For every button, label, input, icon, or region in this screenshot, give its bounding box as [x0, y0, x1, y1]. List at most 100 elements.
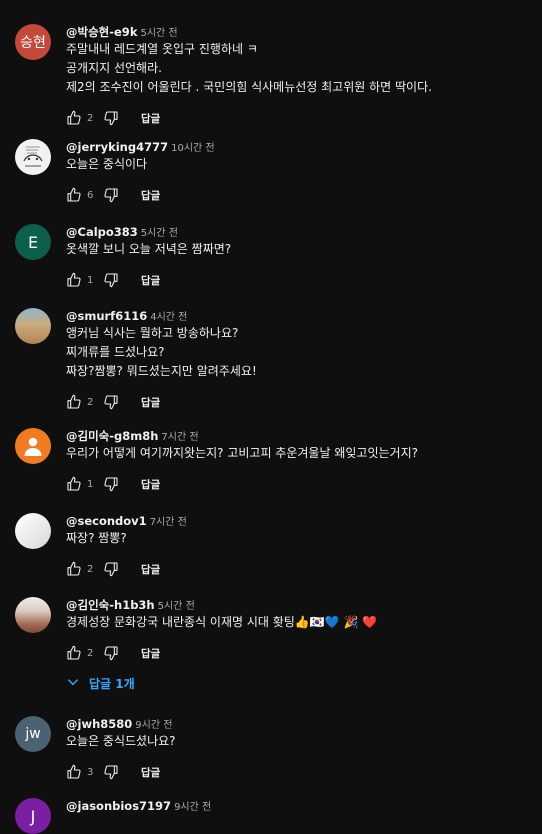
avatar[interactable]: jw	[15, 716, 51, 752]
thumbs-down-icon[interactable]	[103, 561, 119, 577]
reply-button[interactable]: 답글	[141, 188, 160, 203]
comment-text-line: 오늘은 중식드셨나요?	[66, 734, 176, 748]
comment-author[interactable]: @jasonbios7197	[66, 799, 171, 813]
view-replies-label: 답글 1개	[89, 677, 135, 691]
comment-header: @jwh8580 9시간 전	[66, 714, 534, 732]
thumbs-down-icon[interactable]	[103, 272, 119, 288]
avatar[interactable]	[15, 139, 51, 175]
thumbs-up-icon[interactable]	[66, 476, 82, 492]
comment-timestamp[interactable]: 5시간 전	[140, 28, 177, 39]
comment-body: @김인숙-h1b3h 5시간 전경제성장 문화강국 내란종식 이재명 시대 홧팅👍…	[66, 595, 534, 665]
comment-text-line: 짜장? 짬뽕?	[66, 531, 127, 545]
like-count: 2	[87, 563, 94, 575]
comment-body: @박승현-e9k 5시간 전주말내내 레드계열 옷입구 진행하네 ㅋ 공개지지 선언…	[66, 22, 534, 130]
comment-body: @secondov1 7시간 전짜장? 짬뽕? 2 답글	[66, 511, 534, 581]
comment-body: @김미숙-g8m8h 7시간 전우리가 어떻게 여기까지왓는지? 고비고피 추운겨…	[66, 426, 534, 496]
comment-header: @jasonbios7197 9시간 전	[66, 796, 534, 814]
thumbs-down-icon[interactable]	[103, 394, 119, 410]
comment-body: @smurf6116 4시간 전앵커님 식사는 뭘하고 방송하나요? 찌개류를 드셨…	[66, 306, 534, 414]
comment-actions: 2 답글	[66, 390, 534, 414]
comment-timestamp[interactable]: 5시간 전	[158, 601, 195, 612]
thumbs-up-icon[interactable]	[66, 764, 82, 780]
comment-author[interactable]: @Calpo383	[66, 225, 138, 239]
comment-author[interactable]: @secondov1	[66, 514, 147, 528]
like-count: 2	[87, 647, 94, 659]
like-count: 2	[87, 396, 94, 408]
comment-author[interactable]: @jwh8580	[66, 717, 132, 731]
thumbs-up-icon[interactable]	[66, 272, 82, 288]
comment-actions: 6 답글	[66, 183, 534, 207]
comment-body: @jerryking4777 10시간 전오늘은 중식이다 6 답글	[66, 137, 534, 207]
thumbs-up-icon[interactable]	[66, 187, 82, 203]
comment-actions: 2 답글	[66, 641, 534, 665]
comment-timestamp[interactable]: 5시간 전	[141, 228, 178, 239]
comment-text-line: 주말내내 레드계열 옷입구 진행하네 ㅋ	[66, 42, 258, 56]
avatar[interactable]: 승현	[15, 24, 51, 60]
comment-body: @Calpo383 5시간 전옷색깔 보니 오늘 저녁은 짬짜면? 1 답글	[66, 222, 534, 292]
thumbs-down-icon[interactable]	[103, 476, 119, 492]
comment-text-line: 옷색깔 보니 오늘 저녁은 짬짜면?	[66, 242, 232, 256]
comment-actions: 2 답글	[66, 106, 534, 130]
view-replies-button[interactable]: 답글 1개	[66, 675, 135, 692]
comment-author[interactable]: @김미숙-g8m8h	[66, 429, 158, 443]
like-count: 2	[87, 112, 94, 124]
comment-header: @Calpo383 5시간 전	[66, 222, 534, 240]
comment-timestamp[interactable]: 4시간 전	[150, 312, 187, 323]
comment-timestamp[interactable]: 9시간 전	[174, 802, 211, 813]
like-count: 1	[87, 478, 94, 490]
comment-timestamp[interactable]: 10시간 전	[171, 143, 215, 154]
comment-header: @secondov1 7시간 전	[66, 511, 534, 529]
avatar[interactable]	[15, 597, 51, 633]
reply-button[interactable]: 답글	[141, 765, 160, 780]
reply-button[interactable]: 답글	[141, 646, 160, 661]
thumbs-down-icon[interactable]	[103, 110, 119, 126]
avatar-initials: 승현	[20, 35, 46, 51]
comment-timestamp[interactable]: 9시간 전	[135, 720, 172, 731]
comment-actions: 2 답글	[66, 557, 534, 581]
reply-button[interactable]: 답글	[141, 273, 160, 288]
avatar[interactable]: J	[15, 798, 51, 834]
thumbs-up-icon[interactable]	[66, 645, 82, 661]
like-count: 1	[87, 274, 94, 286]
thumbs-up-icon[interactable]	[66, 110, 82, 126]
comment-text-line: 앵커님 식사는 뭘하고 방송하나요?	[66, 326, 239, 340]
comment-timestamp[interactable]: 7시간 전	[161, 432, 198, 443]
thumbs-down-icon[interactable]	[103, 764, 119, 780]
comment-author[interactable]: @jerryking4777	[66, 140, 168, 154]
comment-timestamp[interactable]: 7시간 전	[150, 517, 187, 528]
avatar[interactable]	[15, 308, 51, 344]
comment-actions: 3 답글	[66, 760, 534, 784]
comment-text-line: 오늘은 중식이다	[66, 157, 148, 171]
reply-button[interactable]: 답글	[141, 477, 160, 492]
avatar[interactable]: E	[15, 224, 51, 260]
avatar[interactable]	[15, 513, 51, 549]
thumbs-down-icon[interactable]	[103, 645, 119, 661]
comment-header: @jerryking4777 10시간 전	[66, 137, 534, 155]
avatar-initials: J	[30, 806, 36, 826]
comment-actions: 1 답글	[66, 472, 534, 496]
comment-text-line: 찌개류를 드셨나요?	[66, 345, 165, 359]
comment-header: @김미숙-g8m8h 7시간 전	[66, 426, 534, 444]
thumbs-down-icon[interactable]	[103, 187, 119, 203]
thumbs-up-icon[interactable]	[66, 394, 82, 410]
comment-text-line: 제2의 조수진이 어울린다 . 국민의힘 식사메뉴선정 최고위원 하면 딱이다.	[66, 80, 432, 94]
comment-author[interactable]: @김인숙-h1b3h	[66, 598, 155, 612]
avatar-initials: jw	[25, 726, 41, 742]
reply-button[interactable]: 답글	[141, 562, 160, 577]
like-count: 6	[87, 189, 94, 201]
comment-header: @김인숙-h1b3h 5시간 전	[66, 595, 534, 613]
reply-button[interactable]: 답글	[141, 111, 160, 126]
like-count: 3	[87, 766, 94, 778]
avatar[interactable]	[15, 428, 51, 464]
comment-author[interactable]: @smurf6116	[66, 309, 147, 323]
avatar-initials: E	[27, 232, 39, 252]
comment-header: @박승현-e9k 5시간 전	[66, 22, 534, 40]
comment-body: @jasonbios7197 9시간 전	[66, 796, 534, 814]
thumbs-up-icon[interactable]	[66, 561, 82, 577]
chevron-down-icon	[66, 675, 89, 692]
comment-text-line: 경제성장 문화강국 내란종식 이재명 시대 홧팅👍🇰🇷💙 🎉 ❤️	[66, 615, 378, 629]
comment-text-line: 공개지지 선언해라.	[66, 61, 162, 75]
comment-author[interactable]: @박승현-e9k	[66, 25, 137, 39]
reply-button[interactable]: 답글	[141, 395, 160, 410]
comment-text-line: 우리가 어떻게 여기까지왓는지? 고비고피 추운겨울날 왜잊고잇는거지?	[66, 446, 418, 460]
